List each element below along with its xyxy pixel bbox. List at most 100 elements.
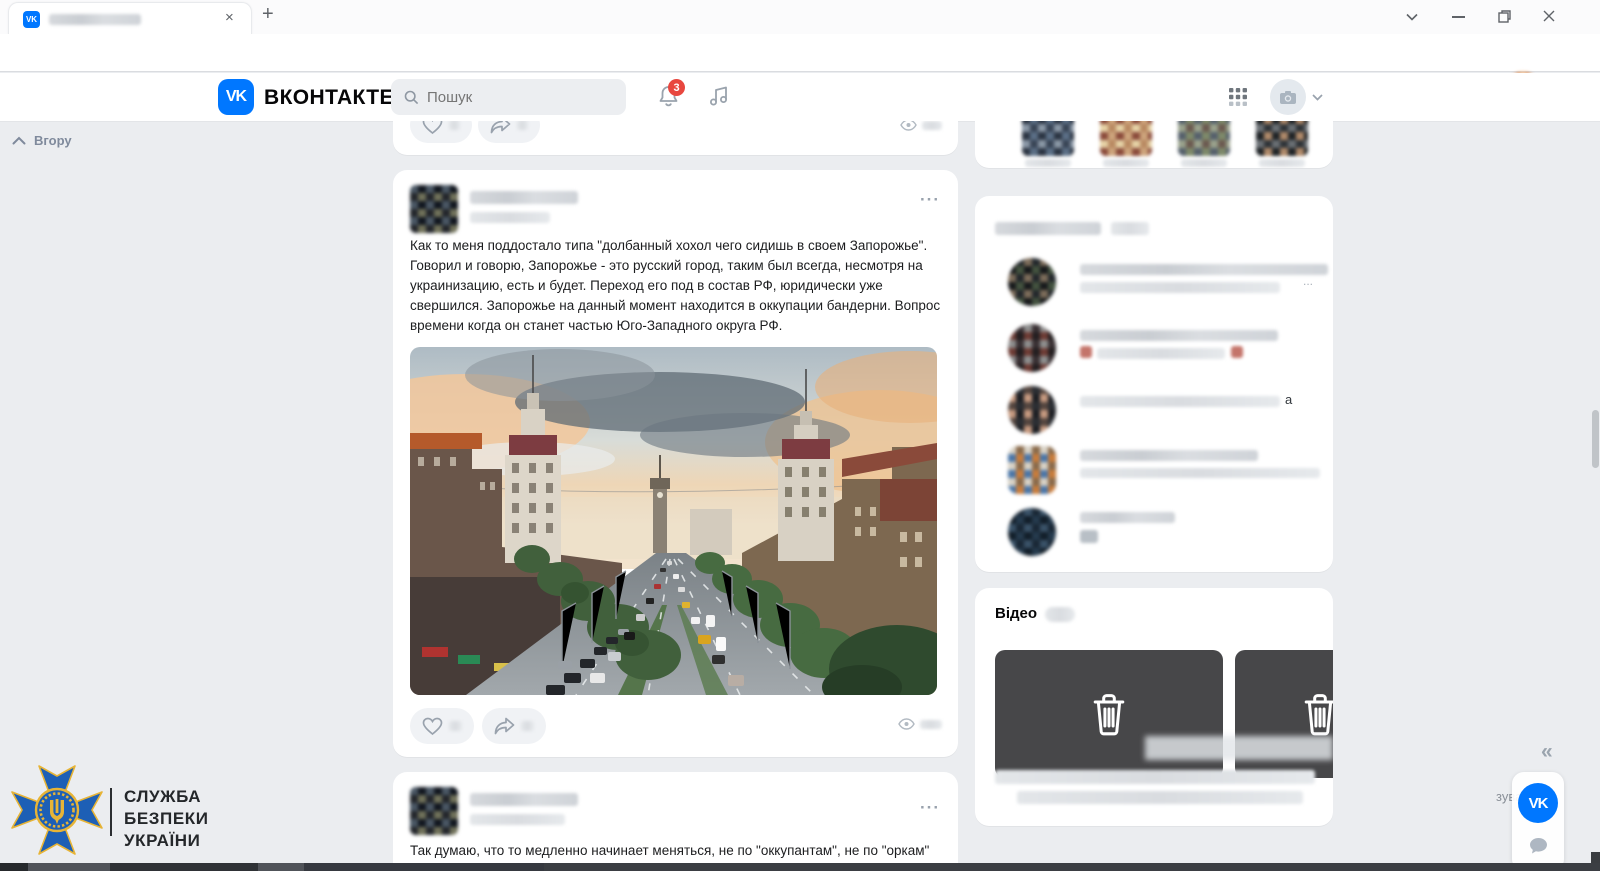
- sbu-line: БЕЗПЕКИ: [124, 808, 209, 830]
- post-author-name-blurred[interactable]: [470, 191, 578, 204]
- post-menu-icon[interactable]: ···: [920, 798, 940, 818]
- sbu-line: СЛУЖБА: [124, 786, 209, 808]
- post-photo[interactable]: [410, 347, 937, 695]
- friend-avatar-blurred[interactable]: [1178, 121, 1230, 156]
- eye-icon: [900, 121, 917, 131]
- activity-title-suffix-blurred: [1111, 222, 1149, 235]
- post-card-main: ··· Как то меня поддостало типа "долбанн…: [393, 170, 958, 757]
- activity-avatar-blurred[interactable]: [1008, 258, 1056, 306]
- apps-grid-icon[interactable]: [1226, 86, 1250, 108]
- collapse-sidebar-icon[interactable]: «: [1541, 740, 1553, 764]
- activity-avatar-blurred[interactable]: [1008, 508, 1056, 556]
- scroll-to-top-control[interactable]: Вгору: [12, 133, 72, 148]
- sbu-emblem-icon: [10, 764, 104, 856]
- window-maximize-icon[interactable]: [1496, 8, 1512, 24]
- post-menu-icon[interactable]: ···: [920, 190, 940, 210]
- activity-text-remnant: a: [1285, 392, 1292, 407]
- video-overlay-blurred: [1145, 736, 1333, 760]
- activity-text-blurred: [1080, 530, 1098, 543]
- notification-badge: 3: [668, 79, 685, 96]
- sbu-watermark-text: СЛУЖБА БЕЗПЕКИ УКРАЇНИ: [124, 786, 209, 852]
- tab-close-icon[interactable]: ×: [225, 9, 234, 26]
- share-button[interactable]: [482, 708, 546, 744]
- profile-avatar-camera[interactable]: [1270, 79, 1306, 115]
- share-count-blurred: [517, 121, 528, 130]
- scroll-to-top-label: Вгору: [34, 133, 72, 148]
- activity-title-blurred: [995, 222, 1101, 235]
- video-caption-blurred: [1017, 791, 1303, 804]
- browser-tab-strip: VK × +: [0, 0, 1600, 34]
- video-caption-blurred: [995, 770, 1315, 784]
- tab-title-blurred: [49, 14, 141, 25]
- post-date-blurred[interactable]: [470, 212, 550, 223]
- activity-text-blurred: [1080, 396, 1280, 407]
- floating-dock: VK: [1512, 772, 1564, 871]
- like-button[interactable]: [410, 121, 472, 143]
- activity-text-blurred: [1080, 512, 1175, 523]
- activity-text-remnant: ...: [1303, 274, 1313, 288]
- friend-name-blurred: [1259, 159, 1305, 167]
- friend-name-blurred: [1181, 159, 1227, 167]
- post-author-name-blurred[interactable]: [470, 793, 578, 806]
- friend-avatar-blurred[interactable]: [1256, 121, 1308, 156]
- post-card-next: ··· Так думаю, что то медленно начинает …: [393, 772, 958, 871]
- activity-text-blurred: [1080, 282, 1280, 293]
- views-counter: [898, 718, 942, 730]
- share-count-blurred: [521, 721, 534, 731]
- friend-avatar-blurred[interactable]: [1022, 121, 1074, 156]
- corner-artifact: [1591, 852, 1600, 863]
- chevron-up-icon: [12, 136, 26, 145]
- watermark-divider: [110, 788, 112, 836]
- eye-icon: [898, 718, 915, 730]
- post-date-blurred[interactable]: [470, 814, 565, 825]
- activity-text-blurred: [1080, 264, 1328, 275]
- activity-avatar-blurred[interactable]: [1008, 446, 1056, 494]
- sbu-line: УКРАЇНИ: [124, 830, 209, 852]
- friend-avatar-blurred[interactable]: [1100, 121, 1152, 156]
- video-section-title[interactable]: Відео: [995, 605, 1037, 622]
- vk-dock-logo[interactable]: VK: [1518, 783, 1558, 823]
- search-box[interactable]: [391, 79, 626, 115]
- post-author-avatar-blurred[interactable]: [410, 185, 458, 233]
- window-close-icon[interactable]: [1540, 7, 1558, 25]
- heart-icon: [422, 121, 443, 135]
- activity-avatar-blurred[interactable]: [1008, 386, 1056, 434]
- activity-text-blurred: [1080, 450, 1258, 461]
- browser-tab[interactable]: VK ×: [8, 2, 252, 35]
- window-menu-chevron-icon[interactable]: [1402, 8, 1422, 26]
- trash-icon: [1297, 691, 1333, 737]
- browser-toolbar: vk.com/: [0, 34, 1600, 72]
- like-count-blurred: [449, 721, 462, 731]
- views-counter: [900, 121, 942, 131]
- friend-name-blurred: [1025, 159, 1071, 167]
- post-card-previous: [393, 121, 958, 155]
- share-button[interactable]: [478, 121, 540, 143]
- post-text: Так думаю, что то медленно начинает меня…: [410, 841, 941, 861]
- post-author-avatar-blurred[interactable]: [410, 787, 458, 835]
- vk-header: VK ВКОНТАКТЕ 3: [0, 73, 1600, 121]
- music-icon[interactable]: [706, 83, 732, 109]
- profile-chevron-down-icon[interactable]: [1310, 92, 1324, 102]
- like-button[interactable]: [410, 708, 474, 744]
- activity-avatar-blurred[interactable]: [1008, 324, 1056, 372]
- vk-logo[interactable]: VK: [218, 79, 254, 115]
- activity-text-blurred: [1080, 468, 1320, 478]
- vk-favicon: VK: [23, 11, 40, 28]
- new-tab-icon[interactable]: +: [262, 3, 274, 26]
- video-count-blurred: [1045, 607, 1075, 622]
- activity-card: ... a: [975, 196, 1333, 572]
- friends-card: [975, 121, 1333, 168]
- share-arrow-icon: [494, 717, 515, 735]
- activity-emoji-blurred: [1080, 346, 1092, 358]
- chat-bubble-icon[interactable]: [1528, 836, 1548, 856]
- taskbar-sliver: [0, 863, 1600, 871]
- post-photo-illustration: [410, 347, 937, 695]
- share-arrow-icon: [490, 121, 511, 134]
- search-input[interactable]: [391, 79, 626, 115]
- scrollbar-thumb[interactable]: [1592, 410, 1599, 468]
- activity-text-blurred: [1097, 348, 1225, 359]
- window-minimize-icon[interactable]: [1452, 16, 1465, 18]
- video-card: Відео: [975, 588, 1333, 826]
- heart-icon: [422, 717, 443, 736]
- vk-wordmark[interactable]: ВКОНТАКТЕ: [264, 86, 394, 110]
